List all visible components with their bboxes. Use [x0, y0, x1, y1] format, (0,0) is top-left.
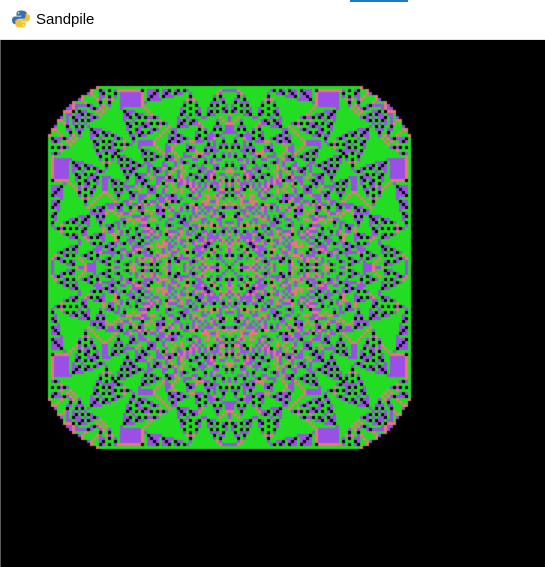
sandpile-canvas-area[interactable]	[1, 40, 545, 567]
python-snake-icon	[12, 10, 30, 28]
title-bar[interactable]: Sandpile	[0, 0, 545, 40]
app-window: Sandpile	[0, 0, 545, 567]
titlebar-accent-line	[350, 0, 408, 2]
window-title: Sandpile	[36, 11, 95, 28]
sandpile-canvas[interactable]	[1, 40, 545, 567]
